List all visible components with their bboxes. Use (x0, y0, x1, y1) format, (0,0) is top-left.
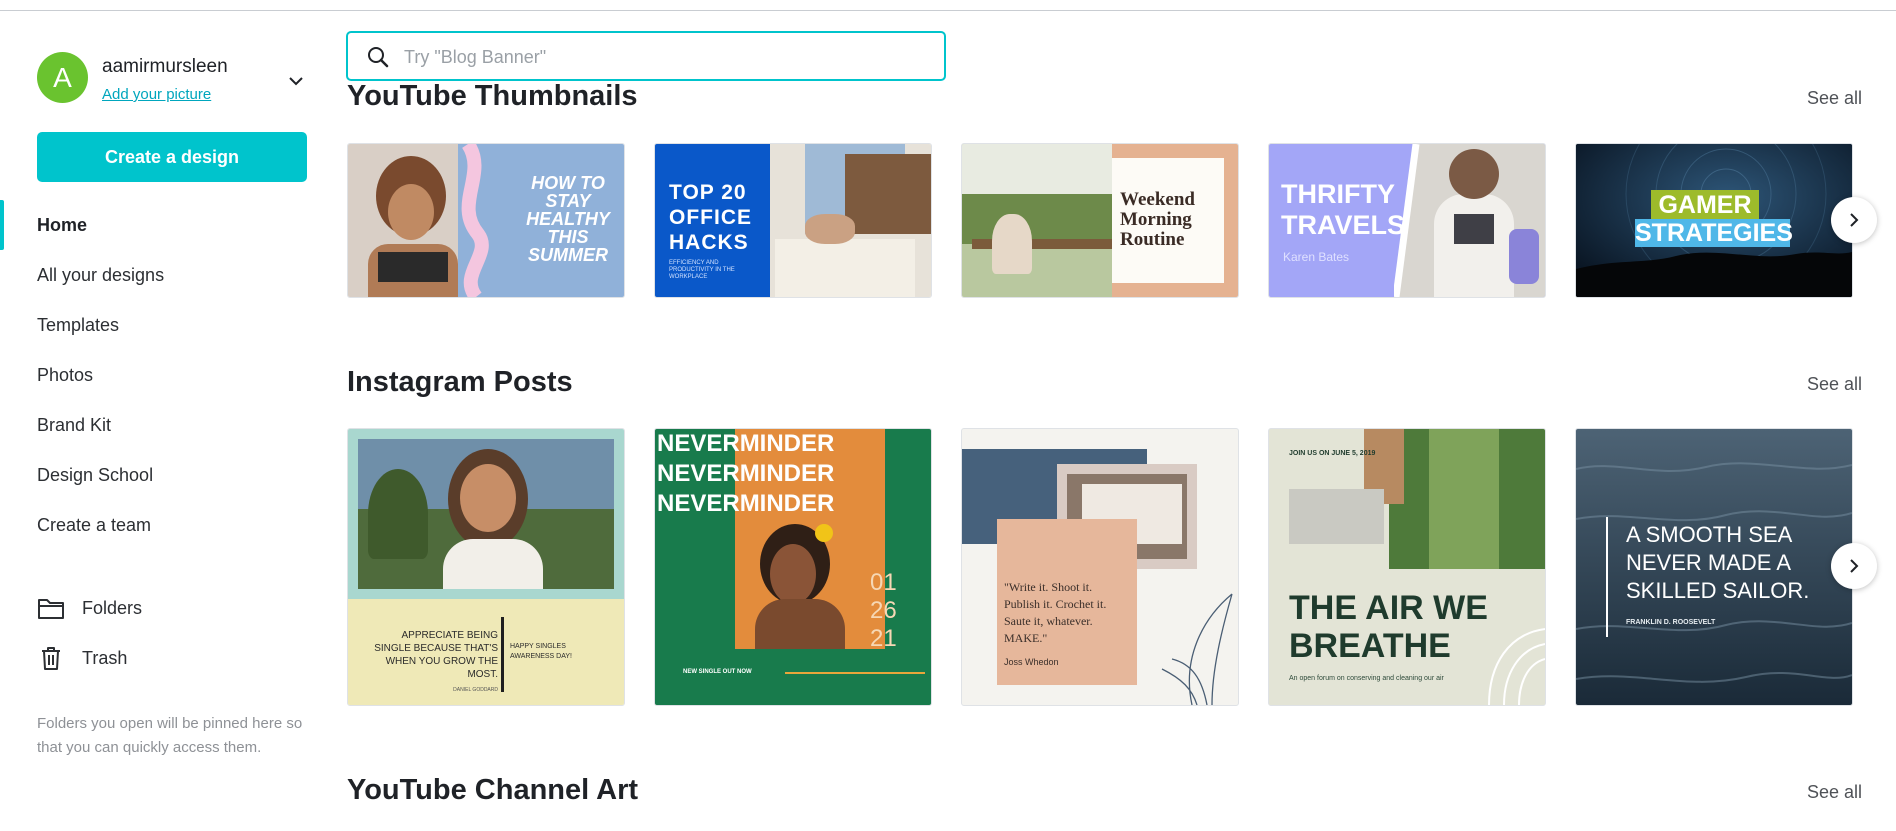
card-subtext: EFFICIENCY AND PRODUCTIVITY IN THE WORKP… (669, 260, 735, 280)
card-date-month: 01 (870, 569, 897, 596)
card-text-2: STRATEGIES (1635, 219, 1793, 247)
card-subtext: Joss Whedon (1004, 657, 1059, 667)
sidebar-item-design-school[interactable]: Design School (0, 450, 330, 500)
sidebar-item-brand-kit[interactable]: Brand Kit (0, 400, 330, 450)
section-title-youtube-channel-art: YouTube Channel Art (347, 774, 639, 806)
card-subtext: An open forum on conserving and cleaning… (1289, 675, 1444, 682)
card-top-text: JOIN US ON JUNE 5, 2019 (1289, 450, 1376, 457)
card-subtext: DANIEL GODDARD (453, 687, 498, 693)
card-date-day: 26 (870, 597, 897, 624)
next-youtube-thumbnails-button[interactable] (1831, 197, 1877, 243)
user-name: aamirmursleen (102, 56, 228, 77)
card-text: APPRECIATE BEING SINGLE BECAUSE THAT'S W… (374, 630, 498, 680)
folders-label: Folders (82, 598, 143, 618)
section-title-instagram-posts: Instagram Posts (347, 366, 573, 398)
card-text: A SMOOTH SEA NEVER MADE A SKILLED SAILOR… (1626, 522, 1810, 603)
card-subtext: FRANKLIN D. ROOSEVELT (1626, 619, 1716, 626)
card-side-text: HAPPY SINGLES AWARENESS DAY! (510, 643, 572, 660)
sidebar-item-templates[interactable]: Templates (0, 300, 330, 350)
add-picture-link[interactable]: Add your picture (102, 86, 211, 103)
card-text: GAMER (1658, 191, 1752, 219)
pinned-folders-note: Folders you open will be pinned here so … (37, 715, 303, 756)
card-text: TOP 20 OFFICE HACKS (669, 181, 752, 254)
card-date-year: 21 (870, 625, 897, 652)
next-instagram-posts-button[interactable] (1831, 543, 1877, 589)
card-text: Weekend Morning Routine (1120, 189, 1195, 250)
folder-icon (38, 599, 64, 619)
sidebar-item-photos[interactable]: Photos (0, 350, 330, 400)
sidebar-item-all-designs[interactable]: All your designs (0, 250, 330, 300)
chevron-right-icon (1850, 559, 1859, 573)
card-text: THRIFTY TRAVELS (1281, 179, 1406, 240)
youtube-thumbnail-weekend[interactable]: Weekend Morning Routine (961, 143, 1239, 298)
search-bar[interactable] (346, 31, 946, 81)
instagram-post-air[interactable]: JOIN US ON JUNE 5, 2019 THE AIR WE BREAT… (1268, 428, 1546, 706)
see-all-youtube-thumbnails[interactable]: See all (1807, 88, 1862, 109)
card-text: THE AIR WE BREATHE (1289, 589, 1488, 665)
section-title-youtube-thumbnails: YouTube Thumbnails (347, 80, 638, 112)
instagram-post-single[interactable]: APPRECIATE BEING SINGLE BECAUSE THAT'S W… (347, 428, 625, 706)
instagram-post-neverminder[interactable]: NEVERMINDER NEVERMINDER NEVERMINDER 01 2… (654, 428, 932, 706)
create-design-button[interactable]: Create a design (37, 132, 307, 182)
card-text: HOW TO STAY HEALTHY THIS SUMMER (526, 173, 610, 265)
chevron-right-icon (1850, 213, 1859, 227)
youtube-thumbnail-office[interactable]: TOP 20 OFFICE HACKS EFFICIENCY AND PRODU… (654, 143, 932, 298)
card-text: NEVERMINDER (657, 430, 835, 457)
trash-icon (42, 647, 60, 670)
search-input[interactable] (402, 41, 926, 73)
sidebar-item-create-team[interactable]: Create a team (0, 500, 330, 550)
sidebar-nav: Home All your designs Templates Photos B… (0, 200, 330, 550)
youtube-thumbnail-gamer[interactable]: GAMER STRATEGIES (1575, 143, 1853, 298)
see-all-youtube-channel-art[interactable]: See all (1807, 782, 1862, 803)
sidebar-item-home[interactable]: Home (0, 200, 330, 250)
card-text: NEVERMINDER (657, 490, 835, 517)
main-content: YouTube Thumbnails See all HOW TO STAY H… (330, 10, 1896, 831)
instagram-post-quote[interactable]: "Write it. Shoot it. Publish it. Crochet… (961, 428, 1239, 706)
instagram-post-sea[interactable]: A SMOOTH SEA NEVER MADE A SKILLED SAILOR… (1575, 428, 1853, 706)
card-text: "Write it. Shoot it. Publish it. Crochet… (1004, 580, 1107, 645)
sidebar: A aamirmursleen Add your picture Create … (0, 10, 330, 831)
user-profile[interactable]: A aamirmursleen Add your picture (37, 52, 307, 112)
card-subtext: Karen Bates (1283, 250, 1350, 264)
chevron-down-icon[interactable] (287, 72, 305, 90)
see-all-instagram-posts[interactable]: See all (1807, 374, 1862, 395)
youtube-thumbnail-healthy[interactable]: HOW TO STAY HEALTHY THIS SUMMER (347, 143, 625, 298)
youtube-thumbnail-travels[interactable]: THRIFTY TRAVELS Karen Bates (1268, 143, 1546, 298)
trash-label: Trash (82, 648, 128, 668)
search-icon (368, 47, 389, 68)
card-text: NEVERMINDER (657, 460, 835, 487)
avatar[interactable]: A (37, 52, 88, 103)
